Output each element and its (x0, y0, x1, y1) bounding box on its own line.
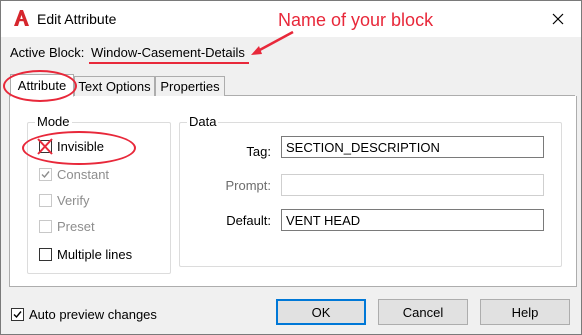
edit-attribute-dialog: Edit Attribute Name of your block Active… (0, 0, 582, 335)
invisible-checkbox[interactable]: Invisible (37, 138, 104, 155)
tab-text-options-label: Text Options (78, 79, 151, 94)
ok-button[interactable]: OK (276, 299, 366, 325)
prompt-label: Prompt: (225, 178, 271, 193)
active-block-name: Window-Casement-Details (91, 45, 245, 60)
auto-preview-checkbox-box[interactable] (11, 308, 24, 321)
help-button[interactable]: Help (480, 299, 570, 325)
close-button[interactable] (545, 6, 571, 32)
tag-field[interactable]: SECTION_DESCRIPTION (281, 136, 544, 158)
auto-preview-label: Auto preview changes (29, 307, 157, 322)
default-field[interactable]: VENT HEAD (281, 209, 544, 231)
prompt-field[interactable] (281, 174, 544, 196)
preset-checkbox-box[interactable] (39, 220, 52, 233)
constant-checkbox-box[interactable] (39, 168, 52, 181)
window-title: Edit Attribute (37, 11, 117, 27)
cancel-button[interactable]: Cancel (378, 299, 468, 325)
tab-attribute-label: Attribute (17, 78, 67, 93)
multiple-lines-checkbox-box[interactable] (39, 248, 52, 261)
annotation-underline (89, 62, 249, 64)
tab-properties-label: Properties (160, 79, 220, 94)
invisible-label: Invisible (57, 139, 104, 154)
active-block-label: Active Block: (10, 45, 85, 60)
close-icon (552, 13, 564, 25)
data-group-title: Data (187, 114, 219, 129)
checkmark-icon (13, 311, 22, 319)
preset-checkbox[interactable]: Preset (39, 219, 95, 234)
constant-checkbox[interactable]: Constant (39, 167, 109, 182)
default-label: Default: (226, 213, 271, 228)
tab-text-options[interactable]: Text Options (74, 76, 155, 96)
verify-checkbox-box[interactable] (39, 194, 52, 207)
annotation-callout: Name of your block (278, 10, 434, 30)
tab-attribute[interactable]: Attribute (10, 74, 74, 97)
multiple-lines-label: Multiple lines (57, 247, 133, 262)
constant-label: Constant (57, 167, 110, 182)
auto-preview-checkbox[interactable]: Auto preview changes (11, 307, 157, 322)
invisible-checkbox-box[interactable] (37, 138, 53, 155)
preset-label: Preset (57, 219, 95, 234)
autocad-logo-icon (14, 10, 29, 26)
mode-group-title: Mode (35, 114, 72, 129)
verify-label: Verify (57, 193, 90, 208)
annotation-arrow-icon (251, 30, 294, 55)
checkmark-icon (41, 171, 50, 179)
multiple-lines-checkbox[interactable]: Multiple lines (39, 247, 132, 262)
verify-checkbox[interactable]: Verify (39, 193, 90, 208)
x-mark-icon (37, 138, 53, 155)
attribute-tab-panel: Mode Invisible Constant Verify Preset Mu… (9, 96, 577, 287)
tag-label: Tag: (246, 144, 271, 159)
tab-properties[interactable]: Properties (155, 76, 225, 96)
